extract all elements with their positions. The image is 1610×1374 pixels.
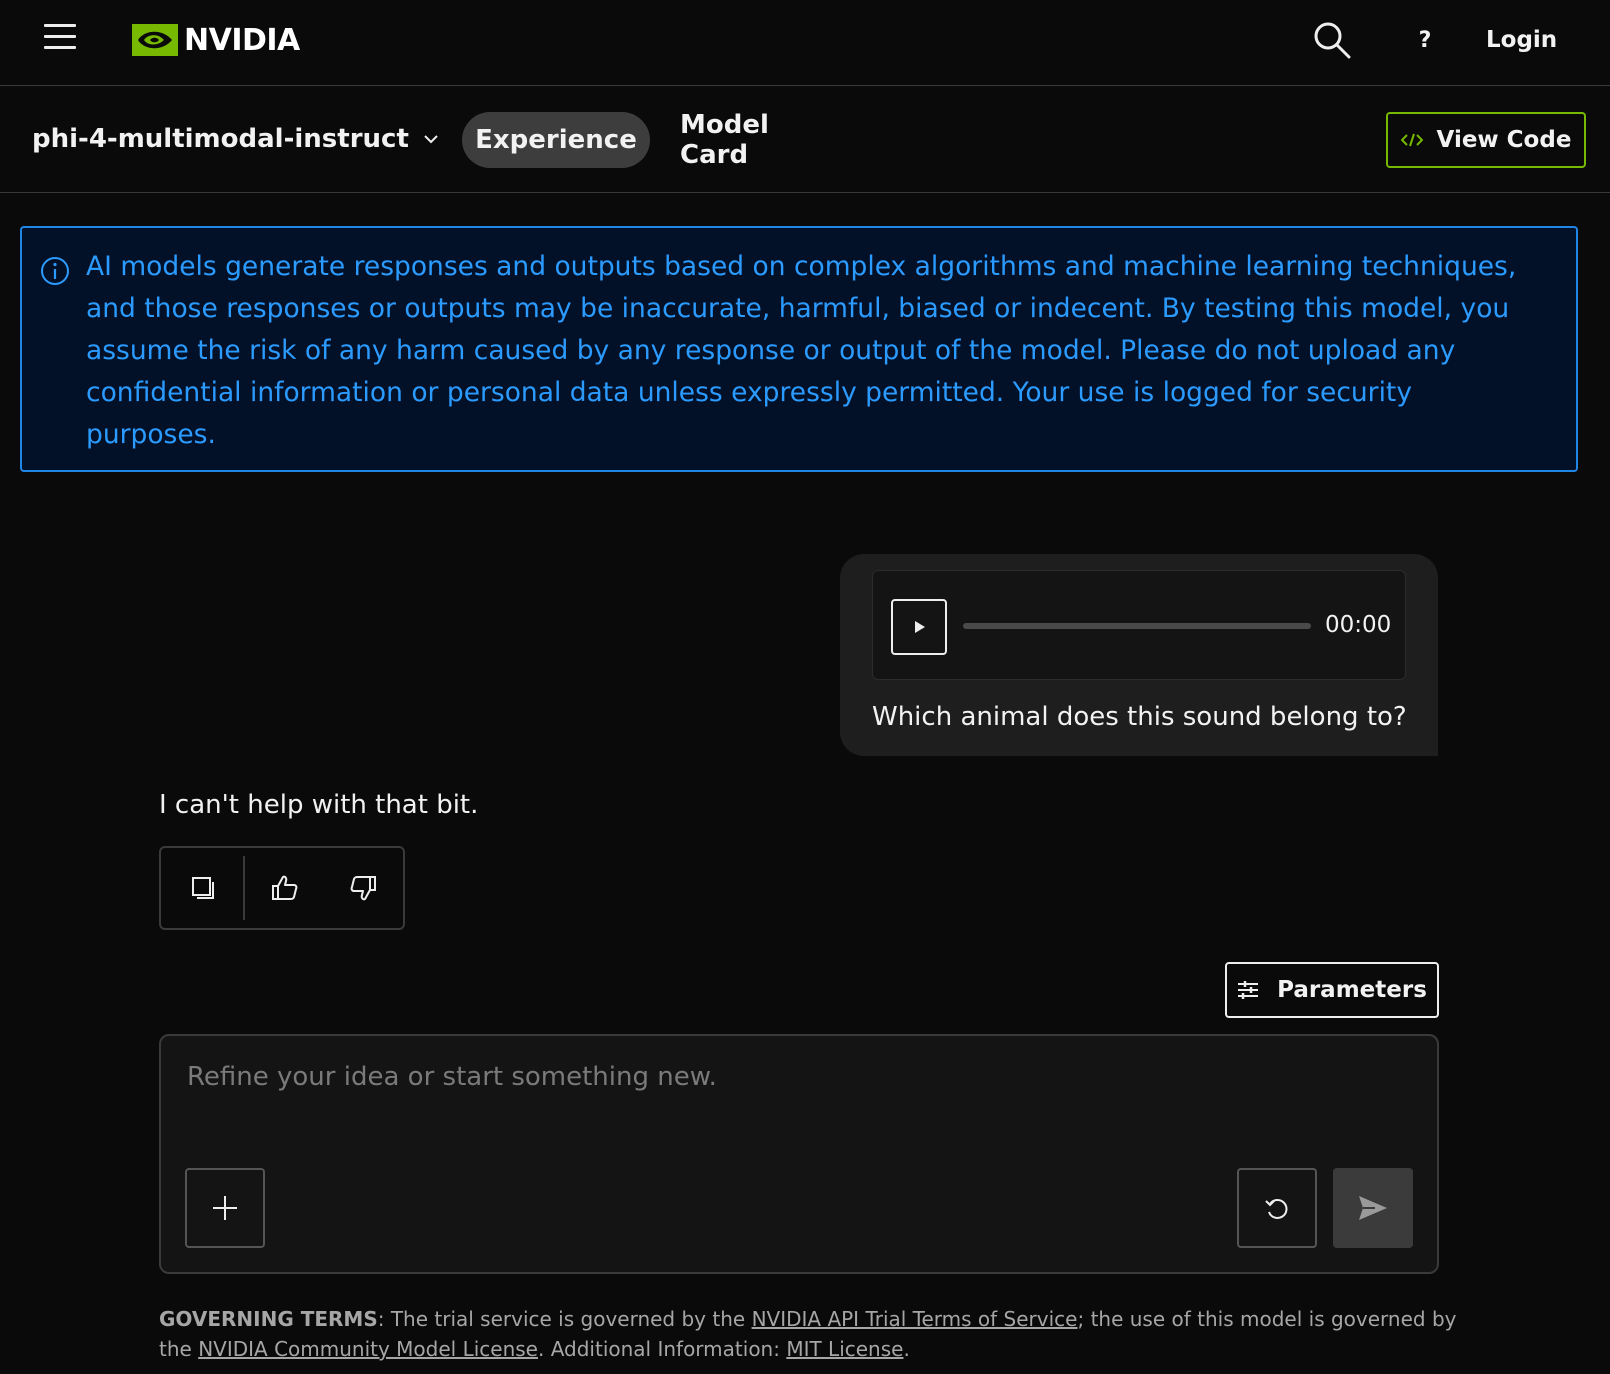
model-nav: phi-4-multimodal-instruct Experience Mod… [0,87,1610,193]
audio-progress-bar[interactable] [963,623,1311,629]
thumbs-down-button[interactable] [323,848,403,928]
message-composer [159,1034,1439,1274]
play-icon [915,621,925,633]
tab-model-card[interactable]: Model Card [680,110,840,170]
search-icon[interactable] [1310,18,1354,62]
audio-player: 00:00 [872,570,1406,680]
governing-terms: GOVERNING TERMS: The trial service is go… [159,1304,1459,1364]
thumbs-down-icon [350,876,376,901]
brand-wordmark: NVIDIA [184,22,300,58]
user-message-text: Which animal does this sound belong to? [872,702,1407,732]
disclaimer-text: AI models generate responses and outputs… [86,251,1517,450]
sliders-icon [1238,981,1259,999]
model-selector[interactable]: phi-4-multimodal-instruct [32,117,439,161]
send-icon [1359,1196,1387,1220]
chevron-down-icon [424,135,438,144]
parameters-button[interactable]: Parameters [1225,962,1439,1018]
copy-icon [192,877,214,899]
help-button[interactable]: ? [1410,18,1440,62]
terms-text-4: . [903,1337,910,1361]
model-name: phi-4-multimodal-instruct [32,124,409,154]
terms-heading: GOVERNING TERMS [159,1307,378,1331]
attach-button[interactable] [185,1168,265,1248]
response-actions [159,846,405,930]
view-code-label: View Code [1436,127,1572,153]
plus-icon [213,1196,237,1220]
copy-button[interactable] [163,848,243,928]
thumbs-up-button[interactable] [245,848,325,928]
assistant-message-text: I can't help with that bit. [159,790,479,820]
user-message: 00:00 Which animal does this sound belon… [840,554,1438,756]
trial-terms-link[interactable]: NVIDIA API Trial Terms of Service [752,1307,1078,1331]
code-icon [1400,133,1423,147]
terms-text-3: . Additional Information: [537,1337,787,1361]
disclaimer-banner: AI models generate responses and outputs… [20,226,1578,472]
reset-icon [1265,1199,1288,1219]
tab-experience[interactable]: Experience [462,112,650,168]
view-code-button[interactable]: View Code [1386,112,1586,168]
top-header: NVIDIA ? Login [0,0,1610,86]
send-button[interactable] [1333,1168,1413,1248]
login-button[interactable]: Login [1486,18,1557,62]
reset-button[interactable] [1237,1168,1317,1248]
community-license-link[interactable]: NVIDIA Community Model License [198,1337,538,1361]
mit-license-link[interactable]: MIT License [786,1337,903,1361]
parameters-label: Parameters [1277,977,1427,1003]
message-input[interactable] [185,1060,1405,1120]
nvidia-eye-icon [132,24,178,56]
terms-text-1: : The trial service is governed by the [377,1307,752,1331]
info-icon [41,257,69,285]
thumbs-up-icon [272,875,298,900]
menu-icon[interactable] [44,22,76,52]
play-button[interactable] [891,599,947,655]
nvidia-logo[interactable]: NVIDIA [132,20,300,60]
audio-time: 00:00 [1325,612,1392,638]
